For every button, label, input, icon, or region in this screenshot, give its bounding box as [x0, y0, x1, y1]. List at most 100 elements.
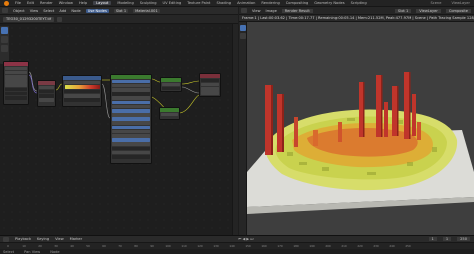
node-value-slider[interactable]	[112, 117, 150, 121]
menu-help[interactable]: Help	[79, 1, 87, 5]
node-socket-row[interactable]	[112, 113, 150, 117]
texture-coordinate-node[interactable]	[3, 61, 29, 105]
node-header[interactable]	[4, 62, 28, 66]
menu-view[interactable]: View	[252, 9, 261, 13]
image-texture-node[interactable]	[37, 80, 56, 107]
node-socket-row[interactable]	[112, 129, 150, 134]
node-socket-row[interactable]	[161, 112, 178, 117]
node-socket-row[interactable]	[64, 98, 100, 102]
node-socket-row[interactable]	[5, 79, 27, 83]
node-socket-row[interactable]	[5, 91, 27, 96]
frame-tick: 120	[197, 243, 203, 248]
render-viewport[interactable]: View Image Render Result Slot 1 ViewLaye…	[239, 7, 474, 235]
timeline[interactable]: Playback Keying View Marker ⏮ ◀ ▶ ⏭ 1 1 …	[0, 235, 474, 254]
menu-file[interactable]: File	[15, 1, 21, 5]
node-socket-row[interactable]	[112, 87, 150, 92]
color-ramp-node[interactable]	[62, 75, 102, 107]
tab-scripting[interactable]: Scripting	[351, 1, 367, 5]
node-socket-row[interactable]	[39, 98, 54, 102]
base-color-field[interactable]	[112, 79, 150, 84]
node-socket-row[interactable]	[5, 95, 27, 100]
node-socket-row[interactable]	[162, 82, 180, 87]
view-layer-selector[interactable]: ViewLayer	[451, 1, 470, 5]
tab-shading[interactable]: Shading	[216, 1, 231, 5]
node-socket-row[interactable]	[201, 86, 219, 91]
node-header[interactable]	[63, 76, 101, 80]
tab-layout[interactable]: Layout	[93, 1, 112, 5]
node-value-slider[interactable]	[112, 138, 150, 142]
node-socket-row[interactable]	[112, 121, 150, 126]
node-socket-row[interactable]	[5, 66, 27, 71]
node-socket-row[interactable]	[201, 78, 219, 83]
end-frame-field[interactable]: 250	[457, 237, 470, 241]
node-socket-row[interactable]	[5, 87, 27, 92]
tab-compositing[interactable]: Compositing	[286, 1, 309, 5]
node-socket-row[interactable]	[5, 83, 27, 87]
view-layer-dropdown[interactable]: ViewLayer	[416, 8, 441, 13]
node-socket-row[interactable]	[112, 150, 150, 155]
editor-type-icon[interactable]	[3, 236, 9, 242]
node-socket-row[interactable]	[112, 92, 150, 96]
node-socket-row[interactable]	[112, 96, 150, 100]
tab-geometry-nodes[interactable]: Geometry Nodes	[314, 1, 344, 5]
principled-bsdf-node[interactable]	[110, 74, 152, 164]
node-socket-row[interactable]	[112, 83, 150, 88]
color-ramp-gradient[interactable]	[64, 84, 100, 89]
node-socket-row[interactable]	[39, 85, 54, 90]
material-output-node[interactable]	[199, 73, 221, 97]
menu-window[interactable]: Window	[59, 1, 73, 5]
menu-marker[interactable]: Marker	[70, 237, 82, 241]
tab-uv-editing[interactable]: UV Editing	[163, 1, 182, 5]
sample-tool-icon[interactable]	[240, 25, 246, 31]
tab-rendering[interactable]: Rendering	[261, 1, 279, 5]
menu-render[interactable]: Render	[40, 1, 53, 5]
node-header[interactable]	[161, 78, 181, 82]
annotate-icon[interactable]	[240, 33, 246, 39]
slot-dropdown[interactable]: Slot 1	[394, 8, 412, 13]
frame-ruler[interactable]: 0 10 20 30 40 50 60 70 80 90 100 110 120…	[0, 243, 474, 248]
menu-view[interactable]: View	[55, 237, 64, 241]
node-socket-row[interactable]	[5, 74, 27, 79]
start-frame-field[interactable]: 1	[442, 237, 452, 241]
menu-playback[interactable]: Playback	[15, 237, 31, 241]
tab-texture-paint[interactable]: Texture Paint	[187, 1, 210, 5]
node-socket-row[interactable]	[112, 154, 150, 159]
node-editor[interactable]: Object View Select Add Node Use Nodes Sl…	[0, 7, 238, 235]
play-controls-icon[interactable]: ⏮ ◀ ▶ ⏭	[238, 237, 253, 241]
node-socket-row[interactable]	[5, 70, 27, 75]
node-header[interactable]	[160, 108, 179, 112]
node-header[interactable]	[111, 75, 151, 79]
node-socket-row[interactable]	[64, 89, 100, 94]
node-socket-row[interactable]	[201, 91, 219, 95]
menu-image[interactable]: Image	[266, 9, 277, 13]
tab-sculpting[interactable]: Sculpting	[140, 1, 157, 5]
node-socket-row[interactable]	[64, 80, 100, 85]
editor-type-icon[interactable]	[241, 8, 247, 13]
node-socket-row[interactable]	[112, 134, 150, 138]
mix-shader-node[interactable]	[160, 77, 182, 92]
tab-modeling[interactable]: Modeling	[117, 1, 133, 5]
scene-selector[interactable]: Scene	[430, 1, 441, 5]
displacement-node[interactable]	[159, 107, 180, 120]
node-socket-row[interactable]	[39, 93, 54, 98]
tab-animation[interactable]: Animation	[237, 1, 255, 5]
node-value-slider[interactable]	[112, 125, 150, 130]
node-value-slider[interactable]	[112, 100, 150, 105]
node-value-slider[interactable]	[112, 108, 150, 113]
node-socket-row[interactable]	[112, 142, 150, 146]
node-header[interactable]	[38, 81, 55, 85]
render-result-dropdown[interactable]: Render Result	[281, 8, 313, 13]
node-socket-row[interactable]	[64, 93, 100, 98]
node-header[interactable]	[200, 74, 220, 78]
node-socket-row[interactable]	[201, 82, 219, 87]
node-socket-row[interactable]	[162, 86, 180, 91]
node-socket-row[interactable]	[112, 146, 150, 151]
current-frame-field[interactable]: 1	[428, 237, 437, 241]
blender-logo-icon[interactable]	[4, 0, 9, 6]
menu-keying[interactable]: Keying	[37, 237, 49, 241]
node-socket-row[interactable]	[112, 104, 150, 109]
node-socket-row[interactable]	[39, 89, 54, 94]
node-sidebar-toggle[interactable]	[232, 24, 238, 235]
composite-dropdown[interactable]: Composite	[445, 8, 471, 13]
menu-edit[interactable]: Edit	[27, 1, 34, 5]
